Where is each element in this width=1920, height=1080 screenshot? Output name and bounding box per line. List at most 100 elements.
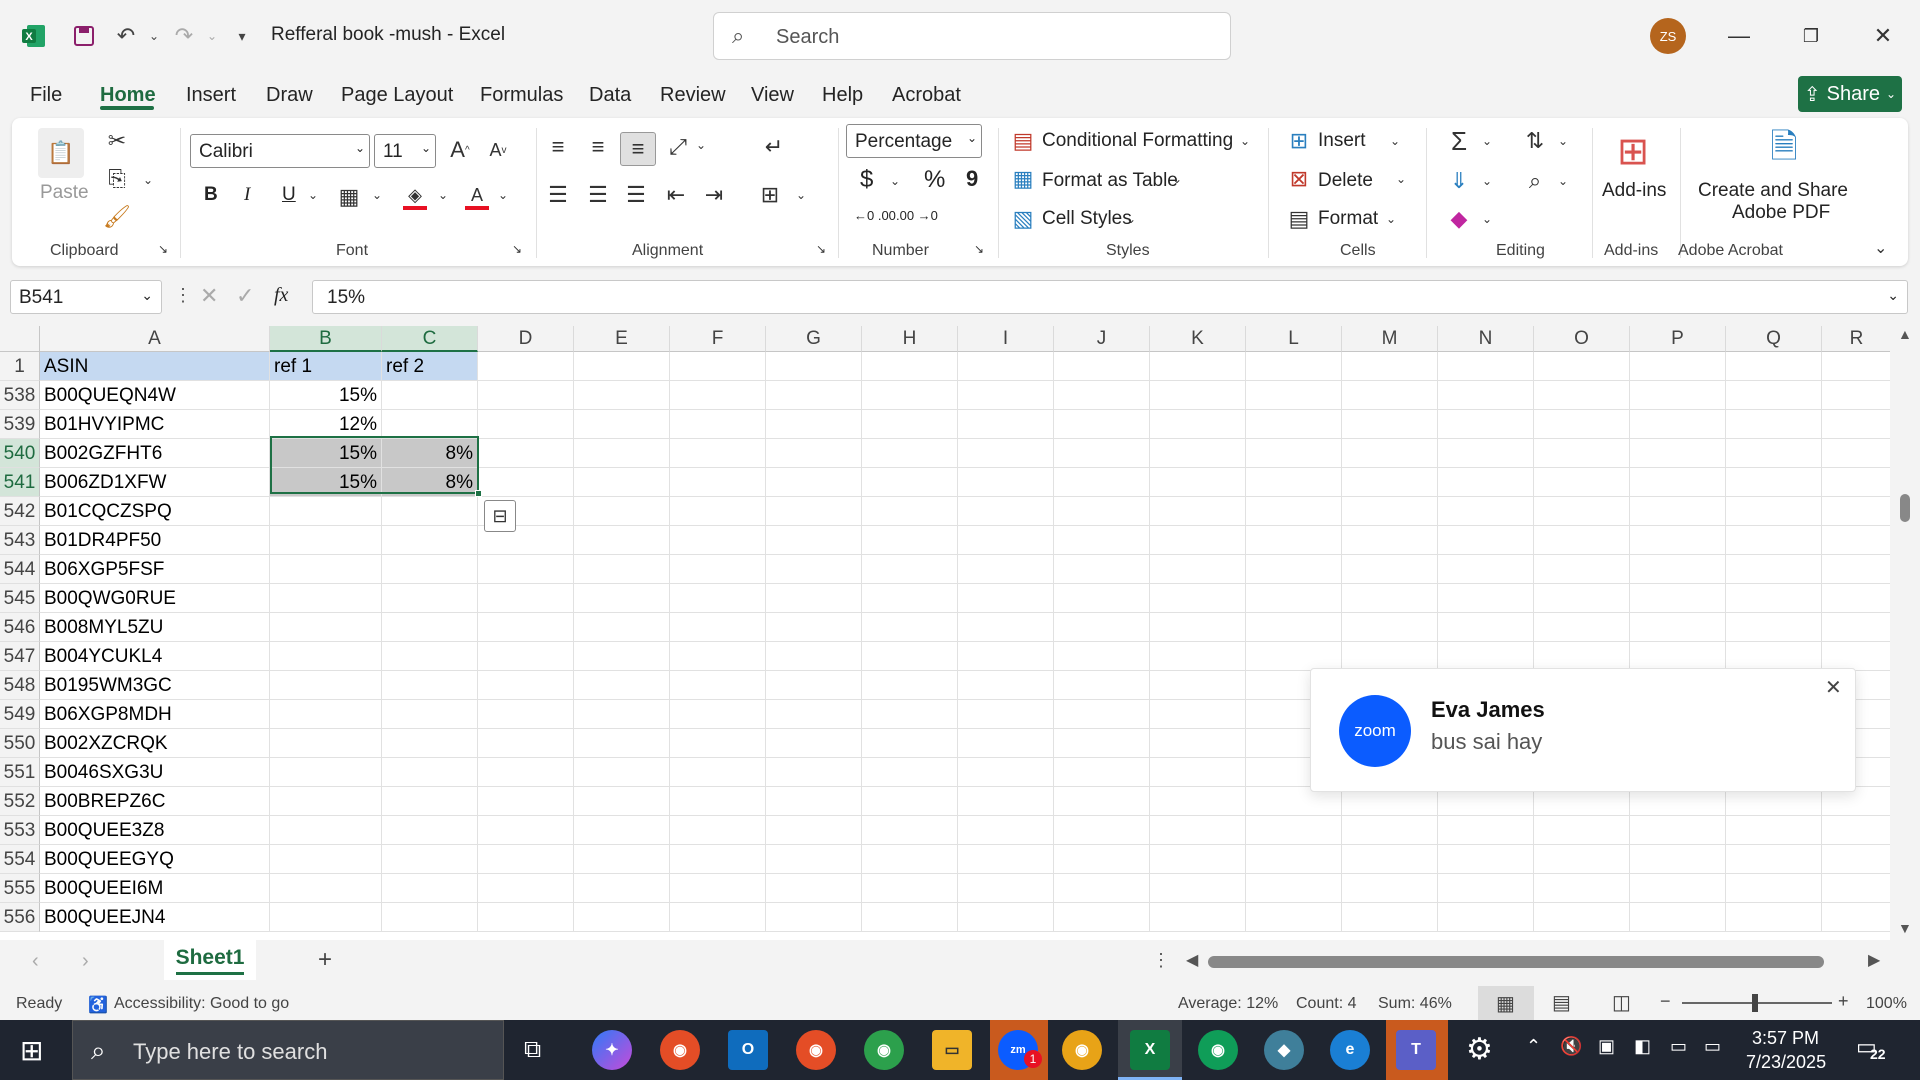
add-sheet-button[interactable]: +: [318, 946, 332, 974]
cell-m544[interactable]: [1342, 555, 1438, 584]
tab-review[interactable]: Review: [660, 84, 726, 107]
cell-j552[interactable]: [1054, 787, 1150, 816]
cell-g548[interactable]: [766, 671, 862, 700]
cell-h539[interactable]: [862, 410, 958, 439]
cell-g547[interactable]: [766, 642, 862, 671]
cell-c538[interactable]: [382, 381, 478, 410]
quick-analysis-icon[interactable]: ⊟: [484, 500, 516, 532]
cell-i556[interactable]: [958, 903, 1054, 932]
cell-l540[interactable]: [1246, 439, 1342, 468]
cell-f548[interactable]: [670, 671, 766, 700]
cell-f556[interactable]: [670, 903, 766, 932]
cell-j547[interactable]: [1054, 642, 1150, 671]
cell-b539[interactable]: 12%: [270, 410, 382, 439]
cell-b541[interactable]: 15%: [270, 468, 382, 497]
cell-g540[interactable]: [766, 439, 862, 468]
cell-n544[interactable]: [1438, 555, 1534, 584]
merge-dropdown-icon[interactable]: ⌄: [796, 188, 806, 202]
align-center-icon[interactable]: ☰: [582, 180, 614, 210]
column-header-l[interactable]: L: [1246, 326, 1342, 352]
cell-k546[interactable]: [1150, 613, 1246, 642]
cell-o545[interactable]: [1534, 584, 1630, 613]
row-header-539[interactable]: 539: [0, 410, 40, 439]
cell-b540[interactable]: 15%: [270, 439, 382, 468]
cell-a551[interactable]: B0046SXG3U: [40, 758, 270, 787]
cell-r546[interactable]: [1822, 613, 1892, 642]
cell-c549[interactable]: [382, 700, 478, 729]
increase-indent-icon[interactable]: ⇥: [698, 180, 730, 210]
cell-c542[interactable]: [382, 497, 478, 526]
taskbar-search-box[interactable]: ⌕ Type here to search: [72, 1020, 504, 1080]
row-header-542[interactable]: 542: [0, 497, 40, 526]
borders-dropdown-icon[interactable]: ⌄: [372, 188, 382, 202]
header-cell-k[interactable]: [1150, 352, 1246, 381]
cell-b544[interactable]: [270, 555, 382, 584]
cell-h544[interactable]: [862, 555, 958, 584]
cell-p544[interactable]: [1630, 555, 1726, 584]
cell-e543[interactable]: [574, 526, 670, 555]
cell-h554[interactable]: [862, 845, 958, 874]
redo-icon[interactable]: ↷: [170, 22, 198, 50]
cell-h546[interactable]: [862, 613, 958, 642]
header-cell-j[interactable]: [1054, 352, 1150, 381]
cell-i539[interactable]: [958, 410, 1054, 439]
cell-l539[interactable]: [1246, 410, 1342, 439]
cell-r555[interactable]: [1822, 874, 1892, 903]
cell-h543[interactable]: [862, 526, 958, 555]
cell-a542[interactable]: B01CQCZSPQ: [40, 497, 270, 526]
cell-a538[interactable]: B00QUEQN4W: [40, 381, 270, 410]
vertical-scroll-thumb[interactable]: [1900, 494, 1910, 522]
cell-n539[interactable]: [1438, 410, 1534, 439]
row-header-555[interactable]: 555: [0, 874, 40, 903]
cell-o540[interactable]: [1534, 439, 1630, 468]
header-cell-e[interactable]: [574, 352, 670, 381]
column-header-f[interactable]: F: [670, 326, 766, 352]
status-count[interactable]: Count: 4: [1296, 995, 1356, 1013]
cell-p541[interactable]: [1630, 468, 1726, 497]
cell-n538[interactable]: [1438, 381, 1534, 410]
fill-color-icon[interactable]: ◈: [400, 180, 430, 214]
copy-icon[interactable]: ⎘: [102, 164, 132, 194]
cell-h551[interactable]: [862, 758, 958, 787]
cell-j539[interactable]: [1054, 410, 1150, 439]
chrome-profile-4-icon[interactable]: ◉: [1198, 1030, 1238, 1070]
name-box[interactable]: B541 ⌄: [10, 280, 162, 314]
cell-h553[interactable]: [862, 816, 958, 845]
cell-e542[interactable]: [574, 497, 670, 526]
cell-q547[interactable]: [1726, 642, 1822, 671]
cell-j540[interactable]: [1054, 439, 1150, 468]
cell-e544[interactable]: [574, 555, 670, 584]
format-dropdown-icon[interactable]: ⌄: [1386, 212, 1396, 226]
zoom-notification[interactable]: zoom Eva James bus sai hay ✕: [1310, 668, 1856, 792]
cell-a541[interactable]: B006ZD1XFW: [40, 468, 270, 497]
cell-r543[interactable]: [1822, 526, 1892, 555]
cell-f543[interactable]: [670, 526, 766, 555]
cell-e545[interactable]: [574, 584, 670, 613]
column-header-n[interactable]: N: [1438, 326, 1534, 352]
chrome-profile-2-icon[interactable]: ◉: [864, 1030, 904, 1070]
cell-q542[interactable]: [1726, 497, 1822, 526]
cell-q555[interactable]: [1726, 874, 1822, 903]
cell-g554[interactable]: [766, 845, 862, 874]
cell-m545[interactable]: [1342, 584, 1438, 613]
sort-filter-dropdown-icon[interactable]: ⌄: [1558, 134, 1568, 148]
screen-record-icon[interactable]: ◧: [1634, 1036, 1651, 1057]
cell-f553[interactable]: [670, 816, 766, 845]
cell-j553[interactable]: [1054, 816, 1150, 845]
add-ins-button[interactable]: Add-ins: [1602, 180, 1666, 202]
cell-k551[interactable]: [1150, 758, 1246, 787]
page-layout-view-icon[interactable]: ▤: [1552, 990, 1571, 1015]
cell-d540[interactable]: [478, 439, 574, 468]
network-icon[interactable]: ▭: [1704, 1036, 1721, 1057]
currency-button[interactable]: $: [860, 166, 873, 194]
cell-i555[interactable]: [958, 874, 1054, 903]
cell-h542[interactable]: [862, 497, 958, 526]
autosum-dropdown-icon[interactable]: ⌄: [1482, 134, 1492, 148]
cell-j554[interactable]: [1054, 845, 1150, 874]
cell-r541[interactable]: [1822, 468, 1892, 497]
cell-g545[interactable]: [766, 584, 862, 613]
cell-d545[interactable]: [478, 584, 574, 613]
cell-d550[interactable]: [478, 729, 574, 758]
cell-o541[interactable]: [1534, 468, 1630, 497]
cell-c546[interactable]: [382, 613, 478, 642]
